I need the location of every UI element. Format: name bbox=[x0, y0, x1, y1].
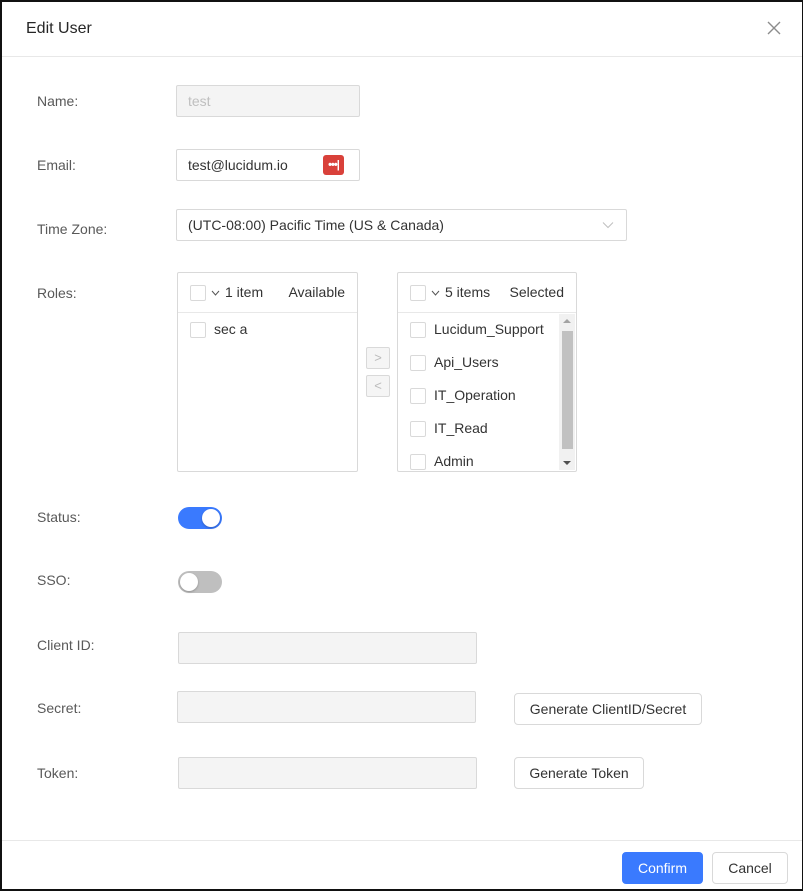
selected-title: Selected bbox=[509, 284, 564, 300]
timezone-label: Time Zone: bbox=[37, 221, 108, 237]
client-id-input[interactable] bbox=[178, 632, 477, 664]
edit-user-dialog: Edit User Name: test Email: test@lucidum… bbox=[0, 0, 803, 891]
cancel-button[interactable]: Cancel bbox=[712, 852, 788, 884]
dialog-title: Edit User bbox=[26, 20, 92, 37]
item-label: Admin bbox=[434, 453, 474, 469]
selected-roles-list: 5 items Selected Lucidum_Support Api_Use… bbox=[397, 272, 577, 472]
item-checkbox[interactable] bbox=[410, 421, 426, 437]
list-item[interactable]: IT_Operation bbox=[398, 380, 576, 413]
token-input[interactable] bbox=[178, 757, 477, 789]
selected-count: 5 items bbox=[445, 284, 491, 300]
item-checkbox[interactable] bbox=[410, 355, 426, 371]
footer-divider bbox=[2, 840, 802, 841]
scroll-down-arrow-icon[interactable] bbox=[563, 461, 571, 465]
list-item[interactable]: Api_Users bbox=[398, 347, 576, 380]
secret-input[interactable] bbox=[177, 691, 476, 723]
name-input[interactable]: test bbox=[176, 85, 360, 117]
name-label: Name: bbox=[37, 93, 79, 109]
item-label: sec a bbox=[214, 321, 248, 337]
password-manager-icon[interactable]: •••| bbox=[323, 155, 344, 175]
list-item[interactable]: Lucidum_Support bbox=[398, 314, 576, 347]
secret-label: Secret: bbox=[37, 700, 82, 716]
move-left-button[interactable]: < bbox=[366, 375, 390, 397]
selected-list-header: 5 items Selected bbox=[398, 273, 576, 313]
email-input[interactable]: test@lucidum.io •••| bbox=[176, 149, 360, 181]
scrollbar-thumb[interactable] bbox=[562, 331, 573, 449]
available-roles-list: 1 item Available sec a bbox=[177, 272, 358, 472]
timezone-select[interactable]: (UTC-08:00) Pacific Time (US & Canada) bbox=[176, 209, 627, 241]
toggle-knob bbox=[180, 573, 198, 591]
item-label: Api_Users bbox=[434, 354, 499, 370]
chevron-down-icon[interactable] bbox=[211, 290, 220, 296]
item-label: Lucidum_Support bbox=[434, 321, 544, 337]
available-title: Available bbox=[288, 284, 345, 300]
list-item[interactable]: Admin bbox=[398, 446, 576, 471]
selected-select-all-checkbox[interactable] bbox=[410, 285, 426, 301]
dialog-header: Edit User bbox=[2, 2, 802, 57]
status-toggle[interactable] bbox=[178, 507, 222, 529]
timezone-value: (UTC-08:00) Pacific Time (US & Canada) bbox=[188, 217, 444, 233]
status-label: Status: bbox=[37, 509, 81, 525]
chevron-down-icon bbox=[602, 222, 614, 229]
scroll-up-arrow-icon[interactable] bbox=[563, 319, 571, 323]
available-select-all-checkbox[interactable] bbox=[190, 285, 206, 301]
item-label: IT_Operation bbox=[434, 387, 516, 403]
selected-list-scrollbar[interactable] bbox=[559, 314, 575, 470]
item-checkbox[interactable] bbox=[410, 454, 426, 470]
sso-label: SSO: bbox=[37, 572, 71, 588]
sso-toggle[interactable] bbox=[178, 571, 222, 593]
chevron-down-icon[interactable] bbox=[431, 290, 440, 296]
item-checkbox[interactable] bbox=[190, 322, 206, 338]
toggle-knob bbox=[202, 509, 220, 527]
available-count: 1 item bbox=[225, 284, 264, 300]
email-label: Email: bbox=[37, 157, 76, 173]
confirm-button[interactable]: Confirm bbox=[622, 852, 703, 884]
item-checkbox[interactable] bbox=[410, 322, 426, 338]
item-label: IT_Read bbox=[434, 420, 488, 436]
generate-token-button[interactable]: Generate Token bbox=[514, 757, 644, 789]
token-label: Token: bbox=[37, 765, 79, 781]
item-checkbox[interactable] bbox=[410, 388, 426, 404]
client-id-label: Client ID: bbox=[37, 637, 95, 653]
move-right-button[interactable]: > bbox=[366, 347, 390, 369]
generate-client-secret-button[interactable]: Generate ClientID/Secret bbox=[514, 693, 702, 725]
list-item[interactable]: sec a bbox=[178, 314, 357, 347]
email-value: test@lucidum.io bbox=[188, 157, 288, 173]
available-list-header: 1 item Available bbox=[178, 273, 357, 313]
list-item[interactable]: IT_Read bbox=[398, 413, 576, 446]
roles-label: Roles: bbox=[37, 285, 77, 301]
close-icon[interactable] bbox=[764, 18, 784, 38]
